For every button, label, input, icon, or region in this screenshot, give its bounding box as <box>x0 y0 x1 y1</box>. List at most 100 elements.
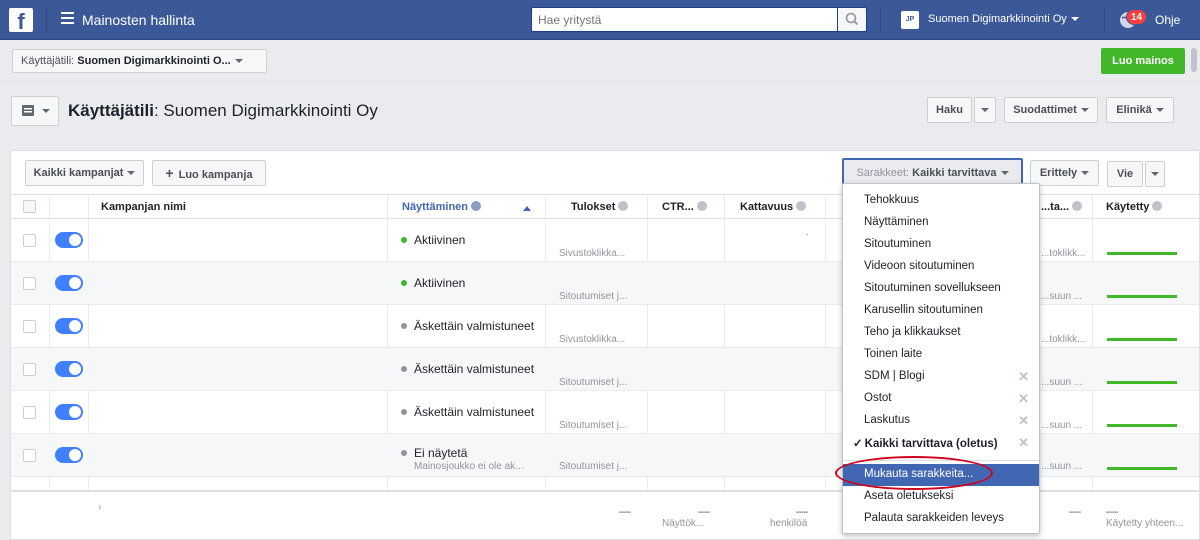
row-checkbox[interactable] <box>23 363 36 376</box>
row-checkbox[interactable] <box>23 406 36 419</box>
col-header-spent-label: Käytetty <box>1106 201 1150 213</box>
cost-type: ...suun ... <box>1041 291 1083 302</box>
page-scrollbar[interactable] <box>1191 48 1197 72</box>
col-header-delivery[interactable]: Näyttäminen <box>402 201 482 213</box>
hamburger-icon[interactable] <box>61 12 74 26</box>
delivery-status: Äskettäin valmistuneet <box>414 362 535 376</box>
col-header-results[interactable]: Tulokset <box>571 201 629 213</box>
menu-item-sdm-blogi[interactable]: SDM | Blogi ✕ <box>843 366 1039 388</box>
ad-account-select[interactable]: Käyttäjätili: Suomen Digimarkkinointi O.… <box>12 49 267 73</box>
cost-type: ...toklikk... <box>1041 334 1086 345</box>
col-header-name[interactable]: Kampanjan nimi <box>101 201 186 213</box>
page-title-value: : Suomen Digimarkkinointi Oy <box>153 101 378 120</box>
summary-ctr-sub: Näyttök... <box>662 518 705 529</box>
search-toggle-button[interactable]: Haku <box>927 97 972 123</box>
create-ad-button[interactable]: Luo mainos <box>1101 48 1185 74</box>
menu-item-nayttaminen[interactable]: Näyttäminen <box>843 212 1039 234</box>
select-all-checkbox[interactable] <box>23 200 36 213</box>
create-campaign-button[interactable]: + Luo kampanja <box>152 160 266 186</box>
summary-cost: — <box>1069 504 1081 518</box>
row-checkbox[interactable] <box>23 449 36 462</box>
menu-item-tehokkuus[interactable]: Tehokkuus <box>843 190 1039 212</box>
app-title[interactable]: Mainosten hallinta <box>82 12 195 28</box>
search-icon <box>845 12 859 26</box>
menu-item-teho-ja-klikkaukset[interactable]: Teho ja klikkaukset <box>843 322 1039 344</box>
set-as-default-item[interactable]: Aseta oletukseksi <box>843 486 1039 508</box>
menu-item-ostot[interactable]: Ostot ✕ <box>843 388 1039 410</box>
col-header-spent[interactable]: Käytetty <box>1106 201 1163 213</box>
col-header-cost[interactable]: ...ta... <box>1041 201 1083 213</box>
search-dropdown-button[interactable] <box>974 97 996 123</box>
campaign-toggle[interactable] <box>55 232 83 248</box>
chevron-down-icon <box>1000 171 1009 176</box>
chevron-down-icon <box>1080 108 1089 113</box>
status-dot <box>401 280 407 286</box>
facebook-logo-icon[interactable]: f <box>9 8 33 32</box>
campaign-toggle[interactable] <box>55 275 83 291</box>
col-header-reach[interactable]: Kattavuus <box>740 201 807 213</box>
delivery-status: Äskettäin valmistuneet <box>414 319 535 333</box>
campaign-toggle[interactable] <box>55 447 83 463</box>
spent-progress-bar <box>1107 252 1177 255</box>
menu-item-videoon-sitoutuminen[interactable]: Videoon sitoutuminen <box>843 256 1039 278</box>
row-checkbox[interactable] <box>23 320 36 333</box>
col-header-cost-label: ...ta... <box>1041 201 1070 213</box>
menu-item-sitoutuminen-sovellukseen[interactable]: Sitoutuminen sovellukseen <box>843 278 1039 300</box>
remove-preset-icon[interactable]: ✕ <box>1018 369 1029 385</box>
campaign-toggle[interactable] <box>55 361 83 377</box>
account-avatar: JP <box>901 11 919 29</box>
summary-ctr: — <box>698 504 710 518</box>
export-button[interactable]: Vie <box>1107 161 1143 187</box>
summary-reach: — <box>796 504 808 518</box>
cost-type: ...suun ... <box>1041 461 1083 472</box>
search-button[interactable] <box>837 7 867 32</box>
menu-item-karusellin-sitoutuminen[interactable]: Karusellin sitoutuminen <box>843 300 1039 322</box>
checkmark-icon: ✓ <box>853 438 863 450</box>
menu-item-sitoutuminen[interactable]: Sitoutuminen <box>843 234 1039 256</box>
menu-item-kaikki-tarvittava[interactable]: ✓ Kaikki tarvittava (oletus) ✕ <box>843 432 1039 454</box>
remove-preset-icon[interactable]: ✕ <box>1018 435 1029 451</box>
campaign-toggle[interactable] <box>55 404 83 420</box>
spent-progress-bar <box>1107 295 1177 298</box>
campaign-toggle[interactable] <box>55 318 83 334</box>
level-switcher-button[interactable] <box>11 96 59 126</box>
notification-badge: 14 <box>1126 9 1148 25</box>
expand-arrow-icon[interactable]: › <box>98 502 101 513</box>
status-dot <box>401 409 407 415</box>
filters-button[interactable]: Suodattimet <box>1004 97 1098 123</box>
status-dot <box>401 323 407 329</box>
cost-type: ...suun ... <box>1041 420 1083 431</box>
plus-icon: + <box>165 165 174 181</box>
columns-value: Kaikki tarvittava <box>912 167 997 179</box>
export-dropdown-button[interactable] <box>1145 161 1165 187</box>
col-header-ctr[interactable]: CTR... <box>662 201 707 213</box>
reach-value: · <box>806 229 809 239</box>
business-search-input[interactable] <box>531 7 837 32</box>
chevron-down-icon <box>1070 17 1079 22</box>
account-switcher[interactable]: Suomen Digimarkkinointi Oy <box>928 13 1079 25</box>
help-link[interactable]: Ohje <box>1155 13 1180 27</box>
col-header-reach-label: Kattavuus <box>740 201 794 213</box>
breakdown-button[interactable]: Erittely <box>1030 160 1099 186</box>
row-checkbox[interactable] <box>23 277 36 290</box>
menu-item-toinen-laite[interactable]: Toinen laite <box>843 344 1039 366</box>
reset-column-widths-item[interactable]: Palauta sarakkeiden leveys <box>843 508 1039 530</box>
result-type: Sitoutumiset j... <box>559 461 628 472</box>
campaigns-filter-button[interactable]: Kaikki kampanjat <box>25 160 144 186</box>
spent-progress-bar <box>1107 467 1177 470</box>
date-range-button[interactable]: Elinikä <box>1106 97 1174 123</box>
row-checkbox[interactable] <box>23 234 36 247</box>
info-icon <box>696 201 707 211</box>
remove-preset-icon[interactable]: ✕ <box>1018 391 1029 407</box>
create-campaign-label: Luo kampanja <box>178 169 253 181</box>
remove-preset-icon[interactable]: ✕ <box>1018 413 1029 429</box>
account-select-value: Suomen Digimarkkinointi O... <box>77 55 231 67</box>
info-icon <box>796 201 807 211</box>
columns-button[interactable]: Sarakkeet: Kaikki tarvittava <box>842 158 1023 186</box>
menu-item-laskutus[interactable]: Laskutus ✕ <box>843 410 1039 432</box>
spent-progress-bar <box>1107 338 1177 341</box>
result-type: Sitoutumiset j... <box>559 377 628 388</box>
status-dot <box>401 237 407 243</box>
menu-item-label: Kaikki tarvittava (oletus) <box>864 438 998 450</box>
info-icon <box>618 201 629 211</box>
